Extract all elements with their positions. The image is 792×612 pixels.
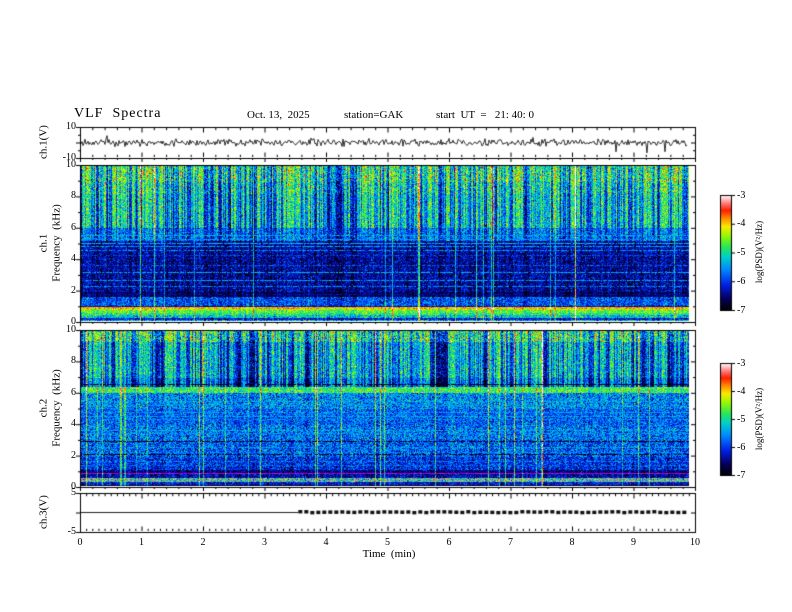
ch1-freq-tick-label: 2 xyxy=(71,284,76,296)
ch2-freq-tick-label: 10 xyxy=(66,324,76,335)
ch3-volt-tick-label: -5 xyxy=(67,526,76,537)
ch1-volt-tick-label: -10 xyxy=(62,152,76,163)
x-tick-label: 2 xyxy=(200,537,206,548)
colorbar-tick-label: -5 xyxy=(737,247,746,258)
ch3-volt-tick-label: 5 xyxy=(71,487,76,498)
ch2-freq-tick-label: 4 xyxy=(71,418,76,430)
x-tick-label: 6 xyxy=(446,537,452,548)
x-tick-label: 5 xyxy=(385,537,390,548)
x-tick-label: 8 xyxy=(569,537,575,548)
ch1-freq-tick-label: 4 xyxy=(71,253,76,265)
colorbar-tick-label: -4 xyxy=(737,218,746,230)
ch1-volt-tick-label: 10 xyxy=(66,121,76,132)
colorbar-tick-label: -4 xyxy=(737,385,746,397)
x-tick-label: 9 xyxy=(631,537,636,548)
x-tick-label: 10 xyxy=(690,537,700,548)
vlf-spectra-figure: VLF Spectra Oct. 13, 2025 station=GAK st… xyxy=(0,0,792,612)
colorbar-tick-label: -3 xyxy=(737,357,746,369)
ch2-freq-tick-label: 6 xyxy=(71,386,76,398)
ch2-freq-tick-label: 2 xyxy=(71,449,76,461)
x-tick-label: 7 xyxy=(508,537,513,548)
colorbar-tick-label: -6 xyxy=(737,441,746,453)
colorbar-tick-label: -5 xyxy=(737,413,746,425)
ch2-freq-tick-label: 8 xyxy=(71,355,76,367)
x-tick-label: 0 xyxy=(77,537,83,548)
colorbar-tick-label: -7 xyxy=(737,304,746,316)
x-tick-label: 1 xyxy=(139,537,144,548)
ch1-freq-tick-label: 8 xyxy=(71,190,76,202)
colorbar-tick-label: -3 xyxy=(737,189,746,201)
colorbar-tick-label: -7 xyxy=(737,469,746,481)
colorbar-tick-label: -6 xyxy=(737,275,746,287)
ch1-freq-tick-label: 6 xyxy=(71,221,76,233)
x-tick-label: 4 xyxy=(323,537,329,548)
x-tick-label: 3 xyxy=(262,537,267,548)
tick-label-layer: 0 1 2 3 4 5 6 7 8 9 10 10 8 6 4 2 0 10 8 6 4 2 0 10 -10 5 -5 -3 -4 -5… xyxy=(0,0,792,612)
